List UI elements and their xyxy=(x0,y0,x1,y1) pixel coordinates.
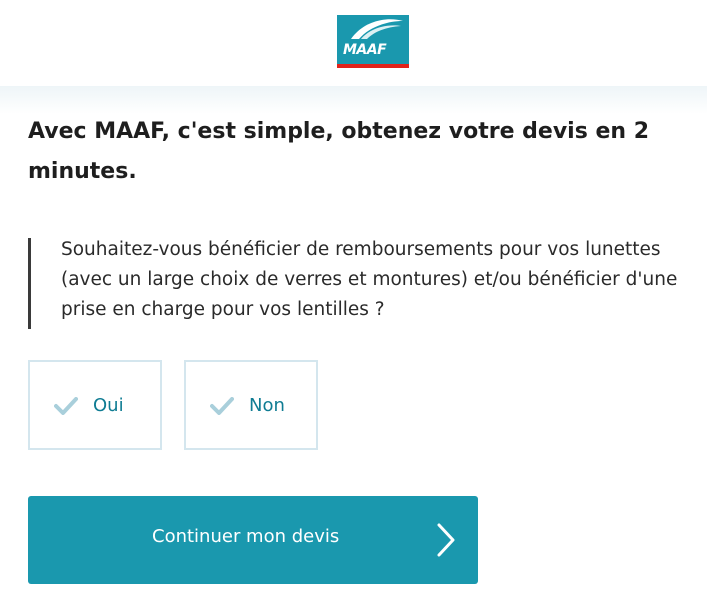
header-shadow-band xyxy=(0,86,707,114)
choice-oui-label: Oui xyxy=(93,395,124,416)
page-title: Avec MAAF, c'est simple, obtenez votre d… xyxy=(28,119,650,184)
check-icon xyxy=(210,397,234,415)
choice-non-button[interactable]: Non xyxy=(184,360,318,450)
header: MAAF xyxy=(0,0,707,86)
continue-button-label: Continuer mon devis xyxy=(152,526,340,547)
continue-button[interactable]: Continuer mon devis xyxy=(28,496,478,584)
question-block: Souhaitez-vous bénéficier de rembourseme… xyxy=(28,238,698,329)
chevron-right-icon xyxy=(437,523,455,557)
maaf-logo[interactable]: MAAF xyxy=(337,15,409,68)
question-text: Souhaitez-vous bénéficier de rembourseme… xyxy=(61,239,678,320)
choice-oui-button[interactable]: Oui xyxy=(28,360,162,450)
logo-text: MAAF xyxy=(343,42,387,58)
check-icon xyxy=(54,397,78,415)
choice-non-label: Non xyxy=(249,395,285,416)
